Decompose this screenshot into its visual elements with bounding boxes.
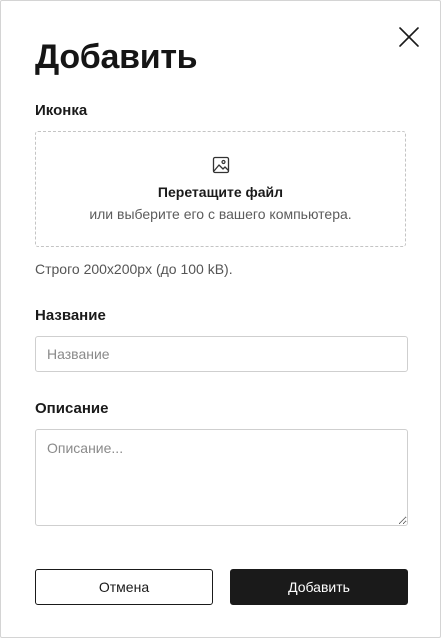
file-dropzone[interactable]: Перетащите файл или выберите его с вашег… [35, 131, 406, 247]
icon-size-hint: Строго 200x200px (до 100 kB). [35, 261, 233, 277]
close-button[interactable] [397, 25, 421, 49]
image-icon [212, 156, 230, 174]
dropzone-subtitle[interactable]: или выберите его с вашего компьютера. [36, 206, 405, 222]
name-input[interactable] [35, 336, 408, 372]
close-icon [399, 27, 419, 47]
name-field-label: Название [35, 307, 106, 324]
icon-field-label: Иконка [35, 102, 88, 119]
description-textarea[interactable] [35, 429, 408, 526]
description-field-label: Описание [35, 400, 109, 417]
add-dialog: Добавить Иконка Перетащите файл или выбе… [0, 0, 441, 638]
dialog-title: Добавить [35, 38, 198, 76]
dropzone-title: Перетащите файл [157, 184, 284, 200]
add-button[interactable]: Добавить [230, 569, 408, 605]
cancel-button[interactable]: Отмена [35, 569, 213, 605]
